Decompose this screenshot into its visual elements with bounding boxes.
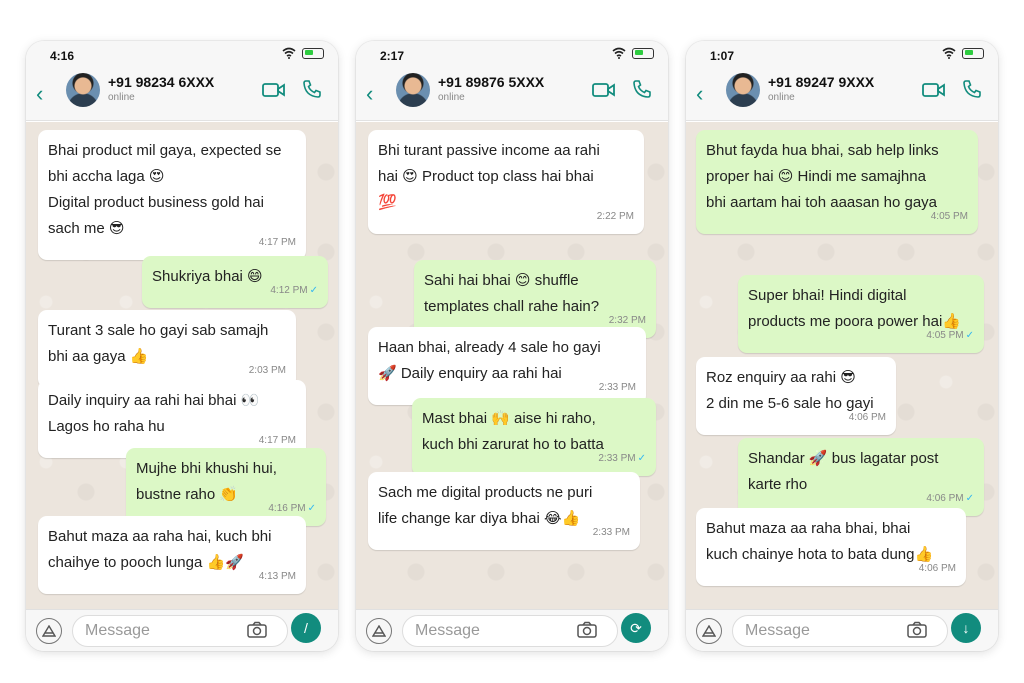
message-bubble[interactable]: Turant 3 sale ho gayi sab samajh bhi aa …	[38, 310, 296, 388]
wifi-icon	[942, 47, 956, 59]
read-receipt-icon: ✓	[309, 285, 318, 296]
message-placeholder: Message	[85, 622, 150, 639]
battery-icon	[632, 47, 654, 59]
message-text: Bhai product mil gaya, expected se bhi a…	[48, 142, 282, 237]
message-input[interactable]: Message ↓	[732, 613, 981, 647]
message-text: Bhut fayda hua bhai, sab help links prop…	[706, 142, 939, 211]
message-time: 4:05 PM	[930, 211, 968, 222]
message-bubble[interactable]: Haan bhai, already 4 sale ho gayi 🚀 Dail…	[368, 327, 646, 405]
status-bar: 1:07	[686, 41, 998, 69]
message-bubble[interactable]: Bahut maza aa raha bhai, bhai kuch chain…	[696, 508, 966, 586]
message-bubble[interactable]: Sach me digital products ne puri life ch…	[368, 472, 640, 550]
wifi-icon	[282, 47, 296, 59]
contact-name[interactable]: +91 89247 9XXX	[768, 74, 874, 90]
camera-icon[interactable]	[577, 621, 597, 639]
video-call-icon[interactable]	[592, 81, 616, 99]
status-time: 2:17	[380, 49, 405, 63]
message-bubble[interactable]: Mast bhai 🙌 aise hi raho, kuch bhi zarur…	[412, 398, 656, 476]
message-bubble[interactable]: Shandar 🚀 bus lagatar post karte rho 4:0…	[738, 438, 984, 516]
avatar[interactable]	[396, 73, 430, 107]
message-bubble[interactable]: Daily inquiry aa rahi hai bhai 👀 Lagos h…	[38, 380, 306, 458]
status-icons	[612, 47, 654, 59]
input-bar: Message ↓	[686, 609, 998, 651]
message-input[interactable]: Message /	[72, 613, 321, 647]
message-time: 4:13 PM	[258, 571, 296, 582]
message-time: 4:06 PM	[918, 563, 956, 574]
message-bubble[interactable]: Bhut fayda hua bhai, sab help links prop…	[696, 130, 978, 234]
message-time: 4:05 PM ✓	[926, 330, 974, 341]
message-bubble[interactable]: Mujhe bhi khushi hui, bustne raho 👏 4:16…	[126, 448, 326, 526]
chat-area: Bhai product mil gaya, expected se bhi a…	[26, 122, 338, 609]
contact-name[interactable]: +91 98234 6XXX	[108, 74, 214, 90]
message-text: Haan bhai, already 4 sale ho gayi 🚀 Dail…	[378, 339, 601, 382]
contact-name[interactable]: +91 89876 5XXX	[438, 74, 544, 90]
message-time: 4:06 PM	[848, 412, 886, 423]
status-bar: 4:16	[26, 41, 338, 69]
input-bar: Message /	[26, 609, 338, 651]
read-receipt-icon: ✓	[965, 493, 974, 504]
phone-call-icon[interactable]	[632, 79, 652, 99]
phone-screen-3: 1:07 ‹ +91 89247 9XXX online Bhut fayda …	[686, 41, 998, 651]
chat-header: ‹ +91 98234 6XXX online	[26, 69, 338, 121]
contact-status: online	[768, 92, 795, 103]
chat-header: ‹ +91 89247 9XXX online	[686, 69, 998, 121]
status-time: 4:16	[50, 49, 75, 63]
contact-status: online	[438, 92, 465, 103]
message-text: Bhi turant passive income aa rahi hai 😍 …	[378, 142, 600, 211]
message-time: 2:33 PM	[592, 527, 630, 538]
camera-icon[interactable]	[907, 621, 927, 639]
phone-call-icon[interactable]	[962, 79, 982, 99]
wifi-icon	[612, 47, 626, 59]
send-icon[interactable]: /	[291, 613, 321, 643]
read-receipt-icon: ✓	[637, 453, 646, 464]
message-bubble[interactable]: Shukriya bhai 😄 4:12 PM ✓	[142, 256, 328, 308]
message-bubble[interactable]: Bhai product mil gaya, expected se bhi a…	[38, 130, 306, 260]
message-time: 4:17 PM	[258, 237, 296, 248]
message-time: 4:12 PM ✓	[270, 285, 318, 296]
message-bubble[interactable]: Bahut maza aa raha hai, kuch bhi chaihye…	[38, 516, 306, 594]
video-call-icon[interactable]	[922, 81, 946, 99]
back-arrow-icon[interactable]: ‹	[696, 81, 703, 107]
send-icon[interactable]: ↓	[951, 613, 981, 643]
chat-area: Bhut fayda hua bhai, sab help links prop…	[686, 122, 998, 609]
battery-icon	[302, 47, 324, 59]
status-time: 1:07	[710, 49, 735, 63]
avatar[interactable]	[66, 73, 100, 107]
message-placeholder: Message	[745, 622, 810, 639]
back-arrow-icon[interactable]: ‹	[366, 81, 373, 107]
phone-call-icon[interactable]	[302, 79, 322, 99]
camera-icon[interactable]	[247, 621, 267, 639]
message-input[interactable]: Message ⟳	[402, 613, 651, 647]
message-placeholder: Message	[415, 622, 480, 639]
status-icons	[942, 47, 984, 59]
input-bar: Message ⟳	[356, 609, 668, 651]
read-receipt-icon: ✓	[307, 503, 316, 514]
message-bubble[interactable]: Bhi turant passive income aa rahi hai 😍 …	[368, 130, 644, 234]
avatar[interactable]	[726, 73, 760, 107]
phone-screen-2: 2:17 ‹ +91 89876 5XXX online Bhi turant …	[356, 41, 668, 651]
emoji-icon[interactable]	[366, 618, 392, 644]
message-time: 2:33 PM ✓	[598, 453, 646, 464]
status-icons	[282, 47, 324, 59]
battery-icon	[962, 47, 984, 59]
read-receipt-icon: ✓	[965, 330, 974, 341]
message-bubble[interactable]: Roz enquiry aa rahi 😎 2 din me 5-6 sale …	[696, 357, 896, 435]
back-arrow-icon[interactable]: ‹	[36, 81, 43, 107]
message-time: 2:22 PM	[596, 211, 634, 222]
emoji-icon[interactable]	[36, 618, 62, 644]
status-bar: 2:17	[356, 41, 668, 69]
message-bubble[interactable]: Super bhai! Hindi digital products me po…	[738, 275, 984, 353]
video-call-icon[interactable]	[262, 81, 286, 99]
emoji-icon[interactable]	[696, 618, 722, 644]
chat-header: ‹ +91 89876 5XXX online	[356, 69, 668, 121]
chat-area: Bhi turant passive income aa rahi hai 😍 …	[356, 122, 668, 609]
contact-status: online	[108, 92, 135, 103]
phone-screen-1: 4:16 ‹ +91 98234 6XXX online Bhai produc…	[26, 41, 338, 651]
send-icon[interactable]: ⟳	[621, 613, 651, 643]
